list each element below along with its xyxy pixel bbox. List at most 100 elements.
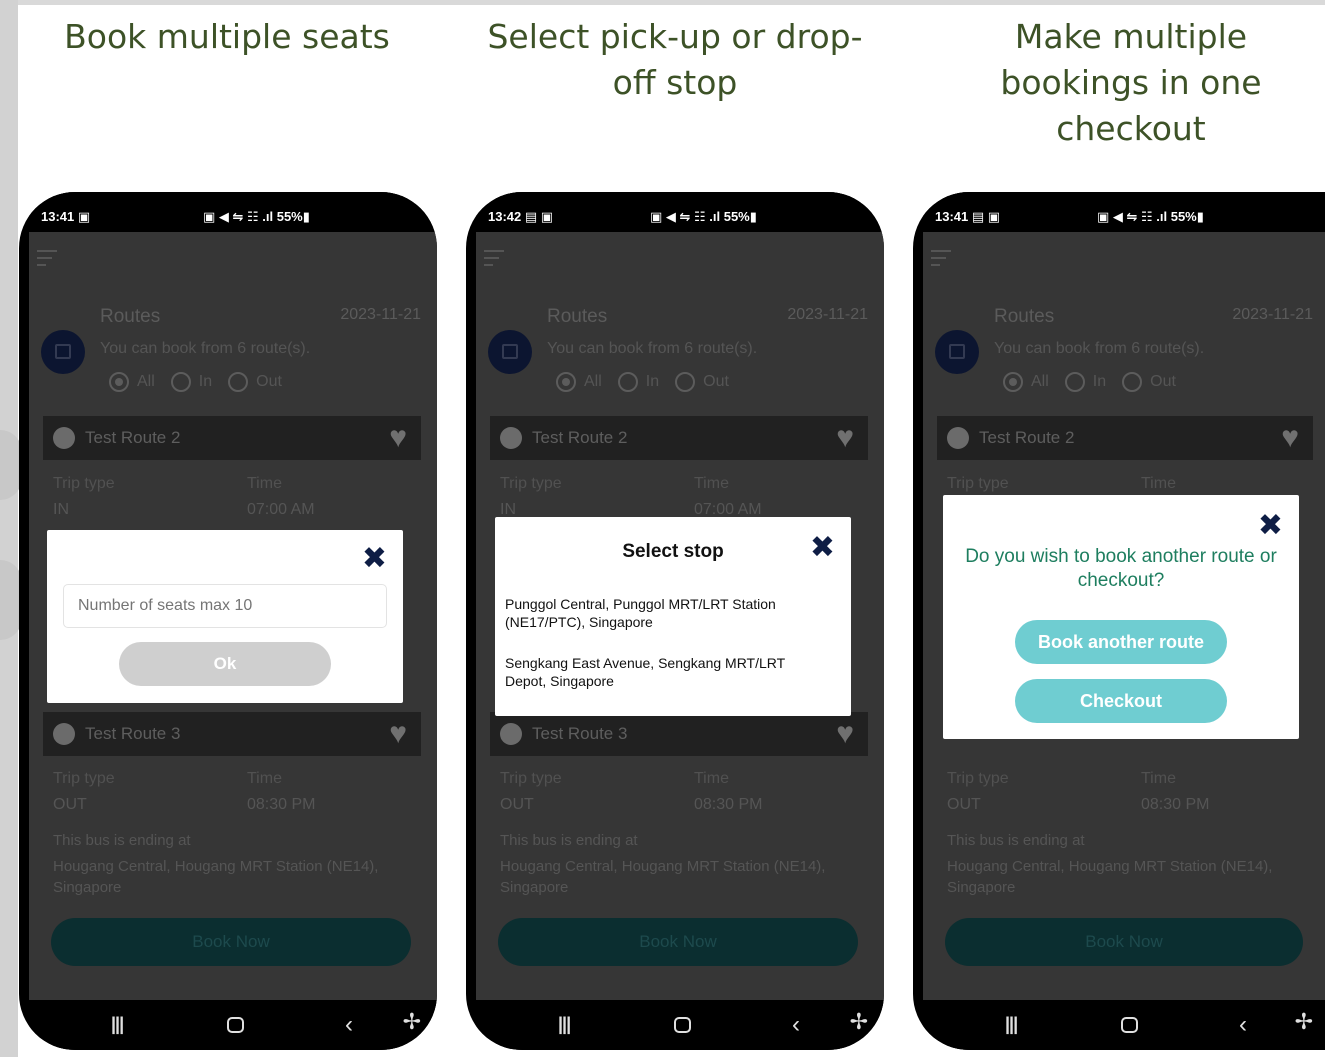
route-card-header[interactable]: Test Route 2 ♥ bbox=[490, 416, 868, 460]
filter-all-radio[interactable]: All bbox=[556, 372, 602, 392]
menu-icon[interactable] bbox=[37, 250, 57, 271]
home-icon[interactable] bbox=[1121, 1017, 1138, 1033]
trip-type-value: OUT bbox=[500, 796, 534, 813]
filter-out-radio[interactable]: Out bbox=[1122, 372, 1176, 392]
status-indicators: ▣ ◀ ⇋ ☷ .ıl 55%▮ bbox=[203, 209, 310, 224]
favorite-heart-icon[interactable]: ♥ bbox=[389, 421, 407, 455]
filter-in-radio[interactable]: In bbox=[617, 372, 659, 392]
status-indicators: ▣ ◀ ⇋ ☷ .ıl 55%▮ bbox=[650, 209, 757, 224]
trip-type-value: IN bbox=[53, 501, 69, 518]
phone-multiple-bookings: 13:41 ▤ ▣ ▣ ◀ ⇋ ☷ .ıl 55%▮ Routes 2023-1… bbox=[913, 192, 1325, 1050]
caption-book-seats: Book multiple seats bbox=[64, 17, 390, 56]
filter-in-radio[interactable]: In bbox=[170, 372, 212, 392]
ok-button[interactable]: Ok bbox=[119, 642, 331, 686]
phone-screen: 13:41 ▤ ▣ ▣ ◀ ⇋ ☷ .ıl 55%▮ Routes 2023-1… bbox=[923, 192, 1325, 1050]
stop-option[interactable]: Punggol Central, Punggol MRT/LRT Station… bbox=[505, 595, 825, 631]
book-now-button[interactable]: Book Now bbox=[51, 918, 411, 966]
accessibility-icon[interactable]: ✢ bbox=[850, 1009, 868, 1035]
route-status-dot bbox=[500, 427, 522, 449]
trip-type-value: OUT bbox=[53, 796, 87, 813]
phone-screen: 13:41 ▣ ▣ ◀ ⇋ ☷ .ıl 55%▮ Routes 2023-11-… bbox=[29, 192, 437, 1050]
home-icon[interactable] bbox=[674, 1017, 691, 1033]
ending-place: Hougang Central, Hougang MRT Station (NE… bbox=[53, 858, 379, 896]
time-label: Time bbox=[247, 770, 282, 787]
filter-all-radio[interactable]: All bbox=[109, 372, 155, 392]
status-bar: 13:42 ▤ ▣ ▣ ◀ ⇋ ☷ .ıl 55%▮ bbox=[476, 192, 884, 232]
filter-out-radio[interactable]: Out bbox=[228, 372, 282, 392]
phone-screen: 13:42 ▤ ▣ ▣ ◀ ⇋ ☷ .ıl 55%▮ Routes 2023-1… bbox=[476, 192, 884, 1050]
filter-in-radio[interactable]: In bbox=[1064, 372, 1106, 392]
back-icon[interactable]: ‹ bbox=[345, 1011, 353, 1039]
book-now-button[interactable]: Book Now bbox=[498, 918, 858, 966]
routes-title: Routes bbox=[994, 306, 1055, 327]
trip-type-label: Trip type bbox=[53, 475, 115, 492]
favorite-heart-icon[interactable]: ♥ bbox=[836, 717, 854, 751]
status-bar: 13:41 ▣ ▣ ◀ ⇋ ☷ .ıl 55%▮ bbox=[29, 192, 437, 232]
route-card-header[interactable]: Test Route 2 ♥ bbox=[43, 416, 421, 460]
calendar-icon bbox=[935, 330, 979, 374]
book-now-button[interactable]: Book Now bbox=[945, 918, 1303, 966]
status-time: 13:42 ▤ ▣ bbox=[488, 209, 554, 224]
close-icon[interactable]: ✖ bbox=[810, 533, 835, 563]
stop-option[interactable]: Sengkang East Avenue, Sengkang MRT/LRT D… bbox=[505, 654, 825, 690]
calendar-icon bbox=[41, 330, 85, 374]
time-value: 08:30 PM bbox=[247, 796, 316, 813]
accessibility-icon[interactable]: ✢ bbox=[1295, 1009, 1313, 1035]
time-label: Time bbox=[694, 770, 729, 787]
recent-apps-icon[interactable]: ||| bbox=[1005, 1014, 1018, 1035]
route-filter: All In Out bbox=[556, 372, 729, 392]
routes-date: 2023-11-21 bbox=[340, 306, 421, 323]
favorite-heart-icon[interactable]: ♥ bbox=[389, 717, 407, 751]
filter-all-radio[interactable]: All bbox=[1003, 372, 1049, 392]
favorite-heart-icon[interactable]: ♥ bbox=[1281, 421, 1299, 455]
favorite-heart-icon[interactable]: ♥ bbox=[836, 421, 854, 455]
caption-select-stop: Select pick-up or drop-off stop bbox=[487, 17, 863, 102]
route-card-header[interactable]: Test Route 3 ♥ bbox=[43, 712, 421, 756]
menu-icon[interactable] bbox=[484, 250, 504, 271]
ending-label: This bus is ending at bbox=[53, 832, 191, 849]
seats-input[interactable] bbox=[63, 584, 387, 628]
accessibility-icon[interactable]: ✢ bbox=[403, 1009, 421, 1035]
routes-date: 2023-11-21 bbox=[1232, 306, 1313, 323]
routes-title: Routes bbox=[100, 306, 161, 327]
time-value: 08:30 PM bbox=[1141, 796, 1210, 813]
checkout-button[interactable]: Checkout bbox=[1015, 679, 1227, 723]
recent-apps-icon[interactable]: ||| bbox=[558, 1014, 571, 1035]
routes-subtitle: You can book from 6 route(s). bbox=[100, 340, 311, 357]
back-icon[interactable]: ‹ bbox=[1239, 1011, 1247, 1039]
time-label: Time bbox=[1141, 475, 1176, 492]
android-nav-bar: ||| ‹ ✢ bbox=[29, 1000, 437, 1050]
status-time: 13:41 ▤ ▣ bbox=[935, 209, 1001, 224]
close-icon[interactable]: ✖ bbox=[1258, 511, 1283, 541]
close-icon[interactable]: ✖ bbox=[362, 544, 387, 574]
home-icon[interactable] bbox=[227, 1017, 244, 1033]
book-another-route-button[interactable]: Book another route bbox=[1015, 620, 1227, 664]
top-edge-line bbox=[18, 0, 1325, 5]
routes-subtitle: You can book from 6 route(s). bbox=[994, 340, 1205, 357]
routes-title: Routes bbox=[547, 306, 608, 327]
route-name: Test Route 2 bbox=[85, 428, 181, 447]
status-indicators: ▣ ◀ ⇋ ☷ .ıl 55%▮ bbox=[1097, 209, 1204, 224]
android-nav-bar: ||| ‹ ✢ bbox=[923, 1000, 1325, 1050]
route-name: Test Route 2 bbox=[979, 428, 1075, 447]
phone-select-stop: 13:42 ▤ ▣ ▣ ◀ ⇋ ☷ .ıl 55%▮ Routes 2023-1… bbox=[466, 192, 884, 1050]
route-status-dot bbox=[53, 427, 75, 449]
route-card-header[interactable]: Test Route 3 ♥ bbox=[490, 712, 868, 756]
left-edge-strip bbox=[0, 0, 18, 1057]
filter-out-radio[interactable]: Out bbox=[675, 372, 729, 392]
route-filter: All In Out bbox=[109, 372, 282, 392]
back-icon[interactable]: ‹ bbox=[792, 1011, 800, 1039]
time-label: Time bbox=[1141, 770, 1176, 787]
calendar-icon bbox=[488, 330, 532, 374]
ending-label: This bus is ending at bbox=[500, 832, 638, 849]
dialog-title: Select stop bbox=[622, 541, 724, 562]
route-card-header[interactable]: Test Route 2 ♥ bbox=[937, 416, 1313, 460]
trip-type-label: Trip type bbox=[500, 770, 562, 787]
recent-apps-icon[interactable]: ||| bbox=[111, 1014, 124, 1035]
menu-icon[interactable] bbox=[931, 250, 951, 271]
route-name: Test Route 3 bbox=[532, 724, 628, 743]
ending-place: Hougang Central, Hougang MRT Station (NE… bbox=[500, 858, 826, 896]
routes-date: 2023-11-21 bbox=[787, 306, 868, 323]
route-status-dot bbox=[500, 723, 522, 745]
trip-type-label: Trip type bbox=[947, 770, 1009, 787]
